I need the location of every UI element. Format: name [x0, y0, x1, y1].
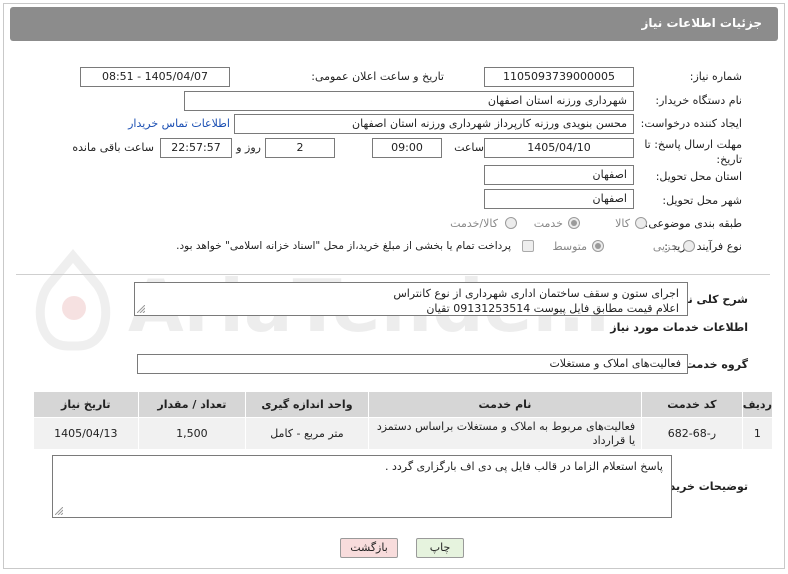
creator-label: ایجاد کننده درخواست: — [640, 117, 742, 130]
resize-grip-icon[interactable] — [55, 507, 63, 515]
need-number-field: 1105093739000005 — [484, 67, 634, 87]
service-group-label: گروه خدمت: — [680, 358, 748, 371]
remaining-time-label: ساعت باقی مانده — [72, 141, 154, 154]
buyer-org-label: نام دستگاه خریدار: — [655, 94, 742, 107]
creator-field: محسن بنویدی ورزنه کارپرداز شهرداری ورزنه… — [234, 114, 634, 134]
purchase-option-medium: متوسط — [552, 240, 587, 253]
buyer-org-field: شهرداری ورزنه استان اصفهان — [184, 91, 634, 111]
category-label: طبقه بندی موضوعی: — [644, 217, 742, 230]
need-number-label: شماره نیاز: — [689, 70, 742, 83]
treasury-checkbox[interactable] — [522, 240, 534, 252]
announce-label: تاریخ و ساعت اعلان عمومی: — [311, 70, 444, 83]
summary-line-1: اجرای ستون و سقف ساختمان اداری شهرداری ا… — [393, 287, 679, 300]
treasury-note: پرداخت تمام یا بخشی از مبلغ خرید،از محل … — [176, 240, 511, 252]
buyer-notes-text: پاسخ استعلام الزاما در قالب فایل پی دی ا… — [384, 460, 663, 473]
cell-quantity: 1,500 — [137, 417, 247, 450]
resize-grip-icon[interactable] — [137, 305, 145, 313]
summary-textarea[interactable]: اجرای ستون و سقف ساختمان اداری شهرداری ا… — [134, 282, 688, 316]
print-button[interactable]: چاپ — [416, 538, 464, 558]
buyer-notes-textarea[interactable]: پاسخ استعلام الزاما در قالب فایل پی دی ا… — [52, 455, 672, 518]
remaining-time-field: 22:57:57 — [160, 138, 232, 158]
page-title: جزئیات اطلاعات نیاز — [641, 16, 762, 30]
days-label: روز و — [236, 141, 261, 154]
col-service-name: نام خدمت — [367, 391, 643, 418]
city-field: اصفهان — [484, 189, 634, 209]
col-need-date: تاریخ نیاز — [33, 391, 139, 418]
back-button[interactable]: بازگشت — [340, 538, 398, 558]
buyer-contact-link[interactable]: اطلاعات تماس خریدار — [128, 117, 230, 130]
announce-field: 1405/04/07 - 08:51 — [80, 67, 230, 87]
deadline-label: مهلت ارسال پاسخ: تا تاریخ: — [644, 138, 742, 166]
services-table: ردیف کد خدمت نام خدمت واحد اندازه گیری ت… — [33, 391, 774, 450]
cell-need-date: 1405/04/13 — [33, 417, 139, 450]
category-option-goods-service: کالا/خدمت — [450, 217, 498, 230]
cell-index: 1 — [741, 417, 774, 450]
purchase-radio-minor[interactable] — [683, 240, 695, 252]
province-label: استان محل تحویل: — [655, 170, 742, 183]
category-radio-goods[interactable] — [635, 217, 647, 229]
cell-service-name: فعالیت‌های مربوط به املاک و مستغلات براس… — [367, 417, 643, 450]
cell-service-code: ر-68-682 — [641, 417, 743, 450]
services-title: اطلاعات خدمات مورد نیاز — [610, 321, 748, 334]
category-option-service: خدمت — [533, 217, 563, 230]
table-row: 1 ر-68-682 فعالیت‌های مربوط به املاک و م… — [33, 417, 774, 450]
col-service-code: کد خدمت — [641, 391, 743, 418]
category-radio-goods-service[interactable] — [505, 217, 517, 229]
deadline-time-label: ساعت — [454, 141, 484, 154]
purchase-option-minor: جزیی — [652, 240, 678, 253]
category-option-goods: کالا — [615, 217, 630, 230]
divider — [16, 274, 770, 275]
deadline-date-field: 1405/04/10 — [484, 138, 634, 158]
col-quantity: تعداد / مقدار — [137, 391, 247, 418]
purchase-radio-medium[interactable] — [592, 240, 604, 252]
province-field: اصفهان — [484, 165, 634, 185]
category-radio-service[interactable] — [568, 217, 580, 229]
service-group-field: فعالیت‌های املاک و مستغلات — [137, 354, 688, 374]
days-field: 2 — [265, 138, 335, 158]
city-label: شهر محل تحویل: — [662, 194, 742, 207]
cell-unit: متر مربع - کامل — [245, 417, 369, 450]
page-header: جزئیات اطلاعات نیاز — [10, 7, 778, 41]
col-unit: واحد اندازه گیری — [245, 391, 369, 418]
deadline-time-field: 09:00 — [372, 138, 442, 158]
col-index: ردیف — [741, 391, 774, 418]
summary-line-2: اعلام قیمت مطابق فایل پیوست 09131253514 … — [426, 302, 679, 315]
table-header-row: ردیف کد خدمت نام خدمت واحد اندازه گیری ت… — [33, 391, 774, 418]
